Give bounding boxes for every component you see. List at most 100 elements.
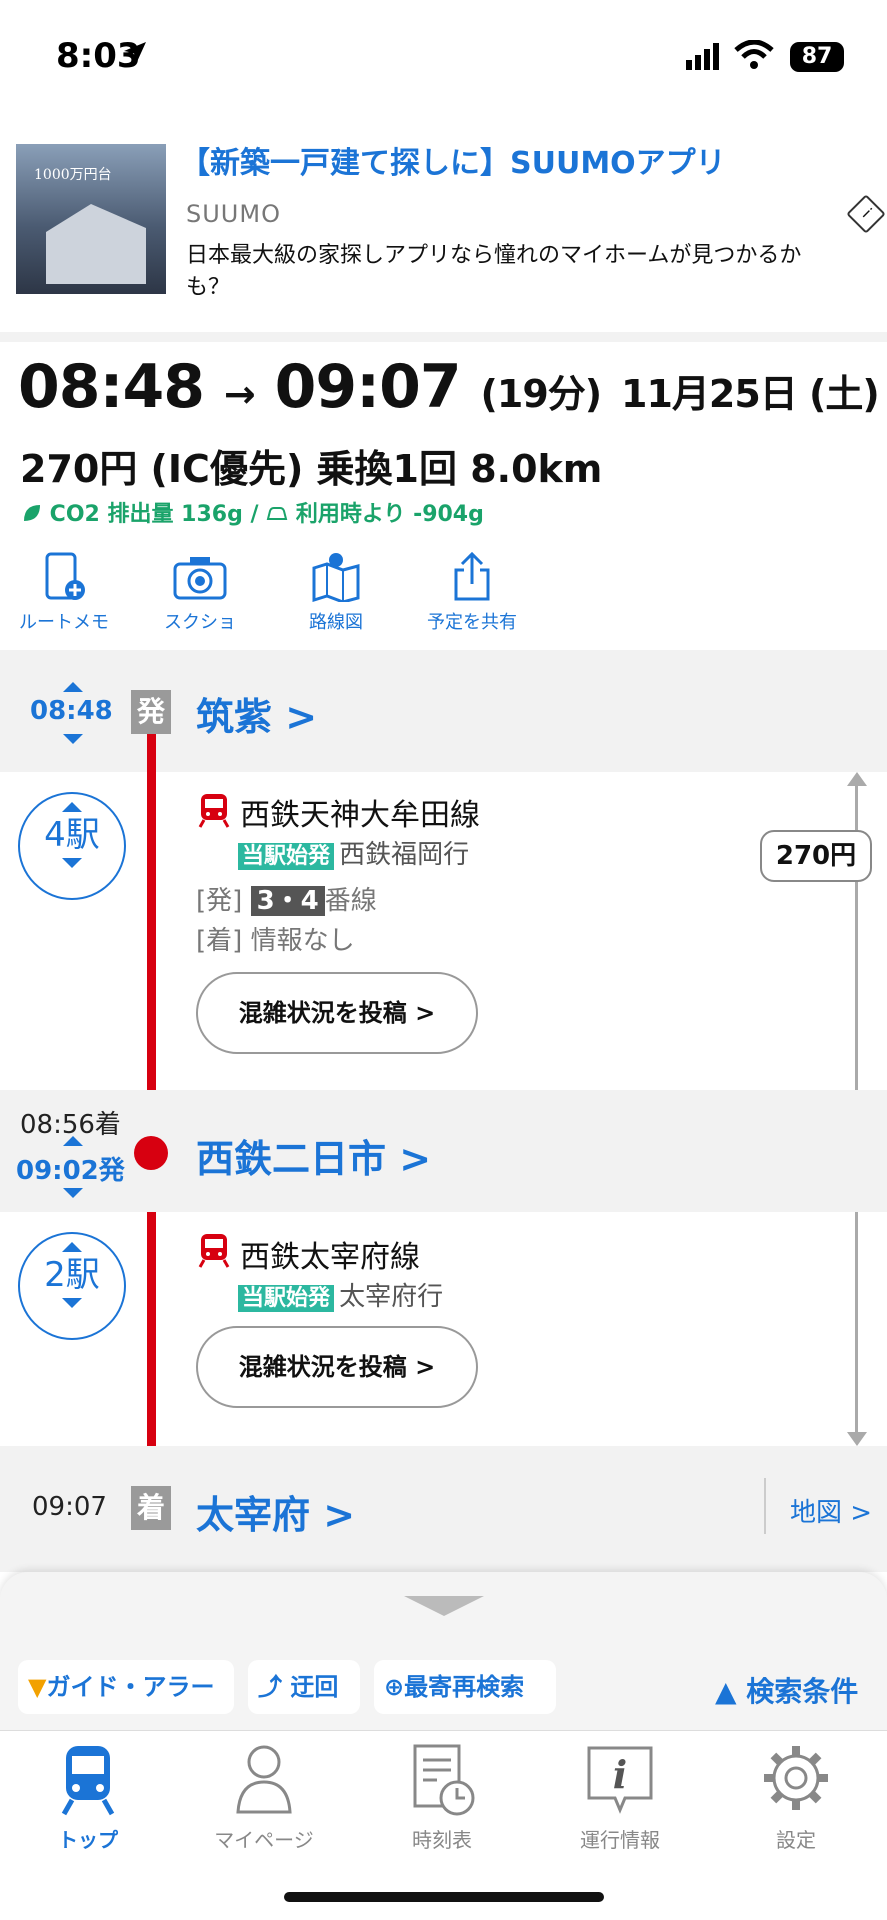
search-conditions-button[interactable]: ▲ 検索条件 bbox=[715, 1670, 858, 1710]
tab-mypage-label: マイページ bbox=[214, 1828, 314, 1852]
tab-timetable-label: 時刻表 bbox=[412, 1828, 472, 1852]
detour-label: 迂回 bbox=[290, 1673, 339, 1701]
location-arrow-icon bbox=[124, 42, 146, 64]
destination-leg1: 西鉄福岡行 bbox=[339, 840, 470, 870]
arrive-badge: 着 bbox=[131, 1486, 171, 1530]
line-name-leg2: 西鉄太宰府線 bbox=[240, 1240, 420, 1275]
ad-image-caption: 1000万円台 bbox=[34, 167, 112, 183]
arr-info: 情報なし bbox=[250, 926, 355, 956]
route-memo-button[interactable]: ルートメモ bbox=[4, 552, 124, 634]
nearest-research-label: 最寄再検索 bbox=[404, 1673, 525, 1701]
expand-down-icon bbox=[62, 858, 82, 868]
co2-info: CO2 排出量 136g / 利用時より -904g bbox=[22, 496, 484, 528]
sheet-handle-icon[interactable] bbox=[404, 1596, 484, 1616]
origin-start-tag: 当駅始発 bbox=[238, 843, 335, 870]
origin-station-link[interactable]: 筑紫 > bbox=[196, 686, 317, 741]
time-down-icon[interactable] bbox=[63, 734, 83, 744]
timetable-icon bbox=[413, 1744, 475, 1816]
route-map-label: 路線図 bbox=[309, 612, 363, 633]
home-indicator[interactable] bbox=[284, 1892, 604, 1902]
time-up-icon[interactable] bbox=[63, 1136, 83, 1146]
destination-time: 09:07 bbox=[32, 1492, 107, 1522]
expand-up-icon bbox=[62, 1242, 82, 1252]
camera-icon bbox=[173, 557, 227, 600]
tab-mypage[interactable]: マイページ bbox=[204, 1740, 324, 1853]
ad-brand: SUUMO bbox=[186, 200, 281, 228]
tab-service-info-label: 運行情報 bbox=[580, 1828, 660, 1852]
origin-start-tag: 当駅始発 bbox=[238, 1285, 335, 1312]
stops-label: 4駅 bbox=[44, 815, 100, 855]
divider bbox=[764, 1478, 766, 1534]
route-summary-times: 08:48 → 09:07 (19分) 11月25日 (土) bbox=[18, 352, 880, 422]
leaf-icon bbox=[24, 505, 40, 521]
fare-summary: 270円 (IC優先) 乗換1回 8.0km bbox=[20, 447, 603, 491]
time-down-icon[interactable] bbox=[63, 1188, 83, 1198]
guide-arrow-icon: ▼ bbox=[28, 1673, 47, 1701]
map-link[interactable]: 地図 > bbox=[790, 1492, 872, 1529]
ad-banner[interactable]: 1000万円台 【新築一戸建て探しに】SUUMOアプリ SUUMO 日本最大級の… bbox=[0, 92, 887, 332]
map-pin-icon bbox=[312, 553, 360, 602]
platform-number: 3・4 bbox=[250, 886, 325, 916]
fare-pill: 270円 bbox=[760, 830, 872, 882]
tab-settings-label: 設定 bbox=[776, 1828, 816, 1852]
train-info-leg1: 当駅始発 西鉄福岡行 bbox=[238, 834, 469, 871]
detour-icon: ⤴ bbox=[258, 1673, 282, 1701]
destination-station-link[interactable]: 太宰府 > bbox=[196, 1484, 355, 1539]
nearest-research-chip[interactable]: ⊕最寄再検索 bbox=[374, 1660, 556, 1714]
ad-info-icon[interactable]: i bbox=[846, 194, 886, 234]
svg-text:i: i bbox=[613, 1752, 627, 1797]
guide-alarm-chip[interactable]: ▼ガイド・アラーム bbox=[18, 1660, 234, 1755]
tab-service-info[interactable]: i 運行情報 bbox=[560, 1740, 680, 1853]
post-crowd-button-leg2[interactable]: 混雑状況を投稿 > bbox=[196, 1326, 478, 1408]
expand-up-icon bbox=[62, 802, 82, 812]
crosshair-icon: ⊕ bbox=[384, 1673, 405, 1701]
transfer-depart-time: 09:02発 bbox=[16, 1156, 125, 1186]
stops-label: 2駅 bbox=[44, 1255, 100, 1295]
person-icon bbox=[236, 1745, 292, 1814]
route-map-button[interactable]: 路線図 bbox=[276, 552, 396, 634]
route-result-screen: 8:03 87 1000万円台 【新築一戸建て探しに】SUUMOアプリ SUUM… bbox=[0, 0, 887, 1920]
car-icon bbox=[266, 507, 288, 520]
expand-down-icon bbox=[62, 1298, 82, 1308]
route-memo-label: ルートメモ bbox=[19, 612, 109, 633]
departure-platform: [発] 3・4 番線 bbox=[196, 880, 377, 917]
screenshot-label: スクショ bbox=[164, 612, 236, 633]
train-icon bbox=[198, 794, 230, 828]
arrow: → bbox=[223, 372, 256, 416]
info-icon: i bbox=[587, 1746, 653, 1814]
wifi-icon bbox=[734, 40, 774, 69]
stops-count-leg2[interactable]: 2駅 bbox=[18, 1232, 126, 1340]
ad-title[interactable]: 【新築一戸建て探しに】SUUMOアプリ bbox=[180, 138, 726, 182]
screenshot-button[interactable]: スクショ bbox=[140, 552, 260, 634]
depart-badge: 発 bbox=[131, 690, 171, 734]
co2-amount: CO2 排出量 136g / bbox=[49, 502, 267, 527]
tab-top[interactable]: トップ bbox=[28, 1740, 148, 1853]
stops-count-leg1[interactable]: 4駅 bbox=[18, 792, 126, 900]
co2-car-diff: 利用時より -904g bbox=[295, 502, 484, 527]
share-schedule-button[interactable]: 予定を共有 bbox=[412, 552, 532, 634]
share-icon bbox=[454, 552, 490, 601]
arrow-down-icon bbox=[847, 1432, 867, 1446]
time-up-icon[interactable] bbox=[63, 682, 83, 692]
tab-settings[interactable]: 設定 bbox=[736, 1740, 856, 1853]
post-crowd-button-leg1[interactable]: 混雑状況を投稿 > bbox=[196, 972, 478, 1054]
house-illustration bbox=[46, 204, 146, 284]
signal-icon bbox=[686, 43, 719, 70]
divider bbox=[0, 332, 887, 342]
arrival-platform: [着] 情報なし bbox=[196, 920, 355, 957]
arrive-time: 09:07 bbox=[274, 352, 462, 422]
date: 11月25日 (土) bbox=[621, 372, 880, 416]
transfer-station-link[interactable]: 西鉄二日市 > bbox=[196, 1128, 431, 1183]
line-name-leg1: 西鉄天神大牟田線 bbox=[240, 798, 480, 833]
ad-description: 日本最大級の家探しアプリなら憧れのマイホームが見つかるかも？ bbox=[186, 243, 802, 300]
tab-timetable[interactable]: 時刻表 bbox=[382, 1740, 502, 1853]
origin-time: 08:48 bbox=[30, 696, 113, 726]
depart-time: 08:48 bbox=[18, 352, 205, 422]
train-info-leg2: 当駅始発 太宰府行 bbox=[238, 1276, 443, 1313]
duration: (19分) bbox=[480, 372, 603, 416]
train-icon bbox=[198, 1234, 230, 1268]
destination-leg2: 太宰府行 bbox=[339, 1282, 444, 1312]
dep-prefix: [発] bbox=[196, 886, 243, 916]
detour-chip[interactable]: ⤴ 迂回 bbox=[248, 1660, 360, 1714]
battery-indicator: 87 bbox=[790, 42, 844, 72]
